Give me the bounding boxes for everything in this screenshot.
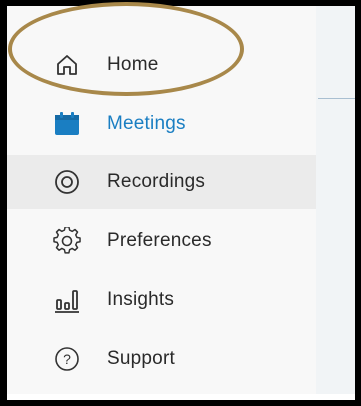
sidebar-item-insights[interactable]: Insights (7, 273, 316, 327)
record-icon (52, 167, 82, 197)
svg-text:?: ? (63, 351, 71, 367)
sidebar-item-home[interactable]: Home (7, 38, 316, 92)
gear-icon (52, 226, 82, 256)
sidebar-item-meetings[interactable]: Meetings (7, 97, 316, 151)
sidebar-item-label: Meetings (107, 113, 186, 134)
header-divider (318, 98, 355, 99)
sidebar-item-recordings[interactable]: Recordings (7, 155, 316, 209)
calendar-icon (52, 109, 82, 139)
sidebar-item-label: Home (107, 54, 159, 75)
sidebar-item-label: Insights (107, 289, 175, 310)
sidebar-item-label: Preferences (107, 230, 212, 251)
sidebar-item-support[interactable]: ? Support (7, 332, 316, 386)
bar-chart-icon (52, 285, 82, 315)
home-icon (52, 50, 82, 80)
sidebar-item-preferences[interactable]: Preferences (7, 214, 316, 268)
sidebar-nav: Home Meetings Recordings Preferences Ins… (7, 6, 316, 394)
main-content-edge (316, 6, 355, 394)
sidebar-item-label: Recordings (107, 171, 206, 192)
sidebar-item-label: Support (107, 348, 175, 369)
help-icon: ? (52, 344, 82, 374)
